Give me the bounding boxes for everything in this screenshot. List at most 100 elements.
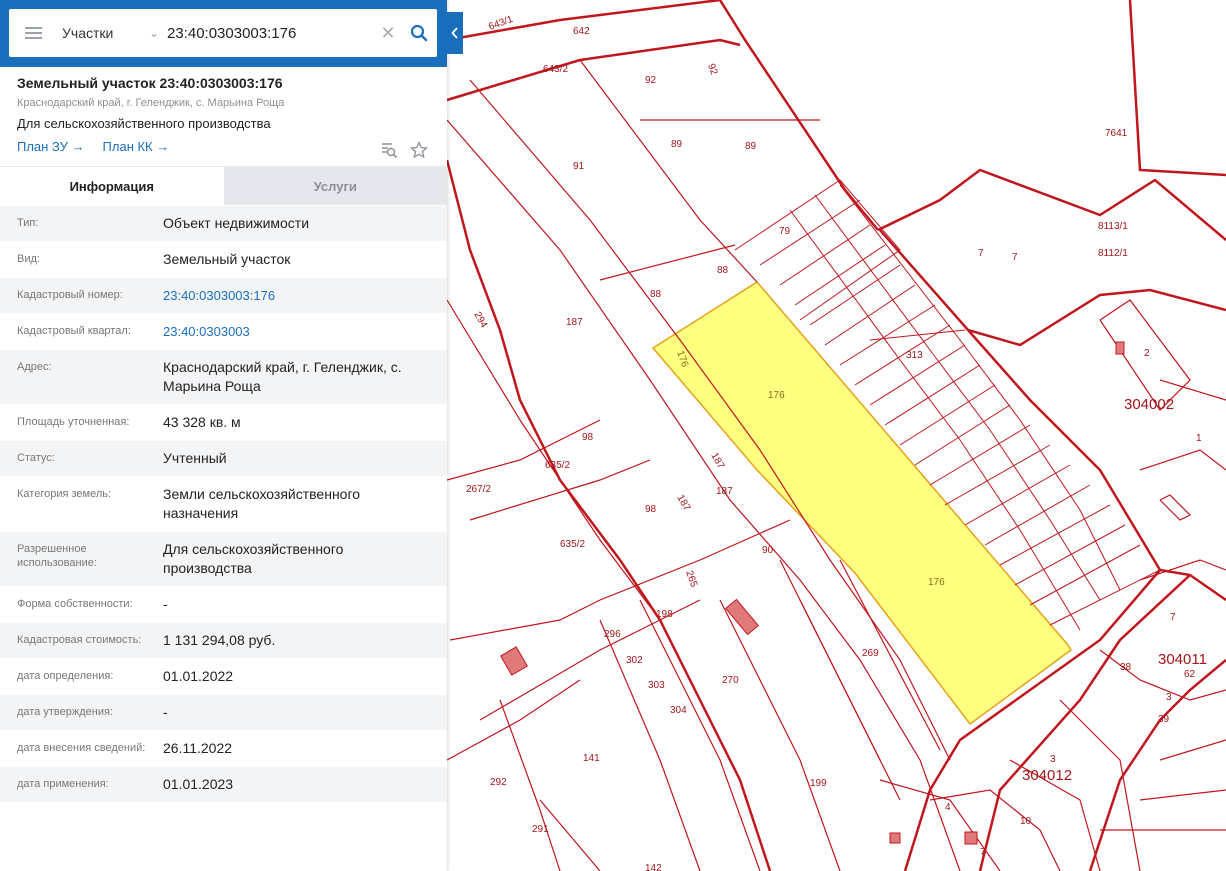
search-icon [410, 24, 428, 42]
svg-text:291: 291 [532, 824, 549, 835]
svg-text:3: 3 [1166, 692, 1172, 703]
info-row-ownership: Форма собственности: - [0, 586, 447, 622]
svg-text:92: 92 [705, 62, 719, 77]
info-label: Адрес: [17, 361, 52, 373]
info-label: дата применения: [17, 778, 109, 790]
svg-text:3: 3 [1050, 754, 1056, 765]
info-value: Земли сельскохозяйственного назначения [163, 486, 361, 521]
svg-text:7: 7 [980, 847, 986, 858]
svg-text:4: 4 [945, 802, 951, 813]
info-label: Площадь уточненная: [17, 416, 130, 428]
svg-text:635/2: 635/2 [560, 539, 585, 550]
svg-text:199: 199 [810, 778, 827, 789]
svg-text:303: 303 [648, 680, 665, 691]
svg-text:88: 88 [717, 265, 729, 276]
object-type-label: Участки [62, 25, 114, 41]
svg-text:88: 88 [650, 289, 662, 300]
collapse-panel-button[interactable] [447, 12, 463, 54]
close-icon: ✕ [380, 22, 396, 43]
svg-text:7: 7 [978, 248, 984, 259]
svg-text:304: 304 [670, 705, 687, 716]
info-row-entry-date: дата внесения сведений: 26.11.2022 [0, 730, 447, 766]
tabs: Информация Услуги [0, 167, 447, 205]
info-row-permitted-use: Разрешенное использование: Для сельскохо… [0, 531, 447, 586]
plot-header: Земельный участок 23:40:0303003:176 Крас… [0, 67, 447, 167]
info-value: - [163, 596, 168, 612]
info-value: Земельный участок [163, 251, 291, 267]
svg-text:313: 313 [906, 350, 923, 361]
info-value: 1 131 294,08 руб. [163, 632, 276, 648]
info-value: Объект недвижимости [163, 215, 310, 231]
info-row-land-category: Категория земель: Земли сельскохозяйстве… [0, 476, 447, 531]
info-row-approval-date: дата утверждения: - [0, 694, 447, 730]
info-value: Для сельскохозяйственного производства [163, 541, 344, 576]
info-label: дата определения: [17, 670, 114, 682]
svg-text:270: 270 [722, 675, 739, 686]
plan-zu-link[interactable]: План ЗУ → [17, 139, 85, 154]
svg-text:79: 79 [779, 226, 791, 237]
cadastral-quarter-link[interactable]: 23:40:0303003 [163, 314, 447, 349]
plan-links: План ЗУ → План КК → [17, 139, 430, 154]
svg-text:187: 187 [716, 486, 733, 497]
plot-purpose: Для сельскохозяйственного производства [17, 116, 271, 131]
info-panel: Участки ⌄ ✕ Земельный участок 23:40:0303… [0, 0, 447, 871]
svg-text:269: 269 [862, 648, 879, 659]
svg-text:265: 265 [683, 569, 699, 589]
svg-text:643/2: 643/2 [543, 64, 568, 75]
info-row-determination-date: дата определения: 01.01.2022 [0, 658, 447, 694]
info-table: Тип: Объект недвижимости Вид: Земельный … [0, 205, 447, 802]
svg-text:7: 7 [1012, 252, 1018, 263]
plan-kk-link[interactable]: План КК → [103, 139, 170, 154]
info-label: Кадастровый номер: [17, 289, 123, 301]
search-box: Участки ⌄ ✕ [9, 9, 437, 57]
svg-text:91: 91 [573, 161, 585, 172]
svg-text:302: 302 [626, 655, 643, 666]
svg-text:1: 1 [1196, 433, 1202, 444]
info-row-application-date: дата применения: 01.01.2023 [0, 766, 447, 802]
info-label: Вид: [17, 253, 40, 265]
svg-text:7641: 7641 [1105, 128, 1128, 139]
plot-address: Краснодарский край, г. Геленджик, с. Мар… [17, 97, 285, 109]
info-row-cadastral-quarter: Кадастровый квартал: 23:40:0303003 [0, 313, 447, 349]
info-label: Разрешенное использование: [17, 543, 97, 569]
svg-text:7: 7 [1170, 612, 1176, 623]
info-row-kind: Вид: Земельный участок [0, 241, 447, 277]
svg-text:10: 10 [1020, 816, 1032, 827]
clear-button[interactable]: ✕ [375, 9, 401, 57]
tab-info[interactable]: Информация [0, 167, 224, 205]
svg-text:98: 98 [582, 432, 594, 443]
svg-text:62: 62 [1184, 669, 1196, 680]
info-label: Тип: [17, 217, 39, 229]
svg-text:198: 198 [656, 609, 673, 620]
svg-text:304002: 304002 [1124, 396, 1174, 413]
svg-text:187: 187 [566, 317, 583, 328]
svg-text:8113/1: 8113/1 [1098, 221, 1128, 232]
zoom-to-object-icon[interactable] [380, 141, 398, 159]
svg-text:89: 89 [671, 139, 683, 150]
tab-services[interactable]: Услуги [223, 167, 447, 205]
svg-text:304012: 304012 [1022, 767, 1072, 784]
search-button[interactable] [401, 9, 437, 57]
info-row-address: Адрес: Краснодарский край, г. Геленджик,… [0, 349, 447, 404]
cadastral-number-link[interactable]: 23:40:0303003:176 [163, 278, 447, 313]
svg-text:90: 90 [762, 545, 774, 556]
info-value: - [163, 704, 168, 720]
info-label: дата утверждения: [17, 706, 114, 718]
svg-text:187: 187 [708, 451, 726, 471]
object-type-select[interactable]: Участки ⌄ [57, 9, 163, 57]
page-title: Земельный участок 23:40:0303003:176 [17, 75, 283, 91]
chevron-left-icon [451, 27, 458, 39]
info-label: Форма собственности: [17, 598, 133, 610]
svg-text:92: 92 [645, 75, 657, 86]
search-input[interactable] [163, 9, 375, 57]
info-row-cadastral-number: Кадастровый номер: 23:40:0303003:176 [0, 277, 447, 313]
info-value: Краснодарский край, г. Геленджик, с. Мар… [163, 359, 402, 394]
menu-button[interactable] [9, 9, 57, 57]
svg-text:635/2: 635/2 [545, 460, 570, 471]
svg-text:39: 39 [1158, 714, 1170, 725]
star-icon[interactable] [410, 141, 428, 159]
svg-text:294: 294 [471, 310, 489, 330]
chevron-down-icon: ⌄ [148, 26, 159, 40]
svg-text:187: 187 [674, 493, 692, 513]
info-value: 26.11.2022 [163, 740, 233, 756]
